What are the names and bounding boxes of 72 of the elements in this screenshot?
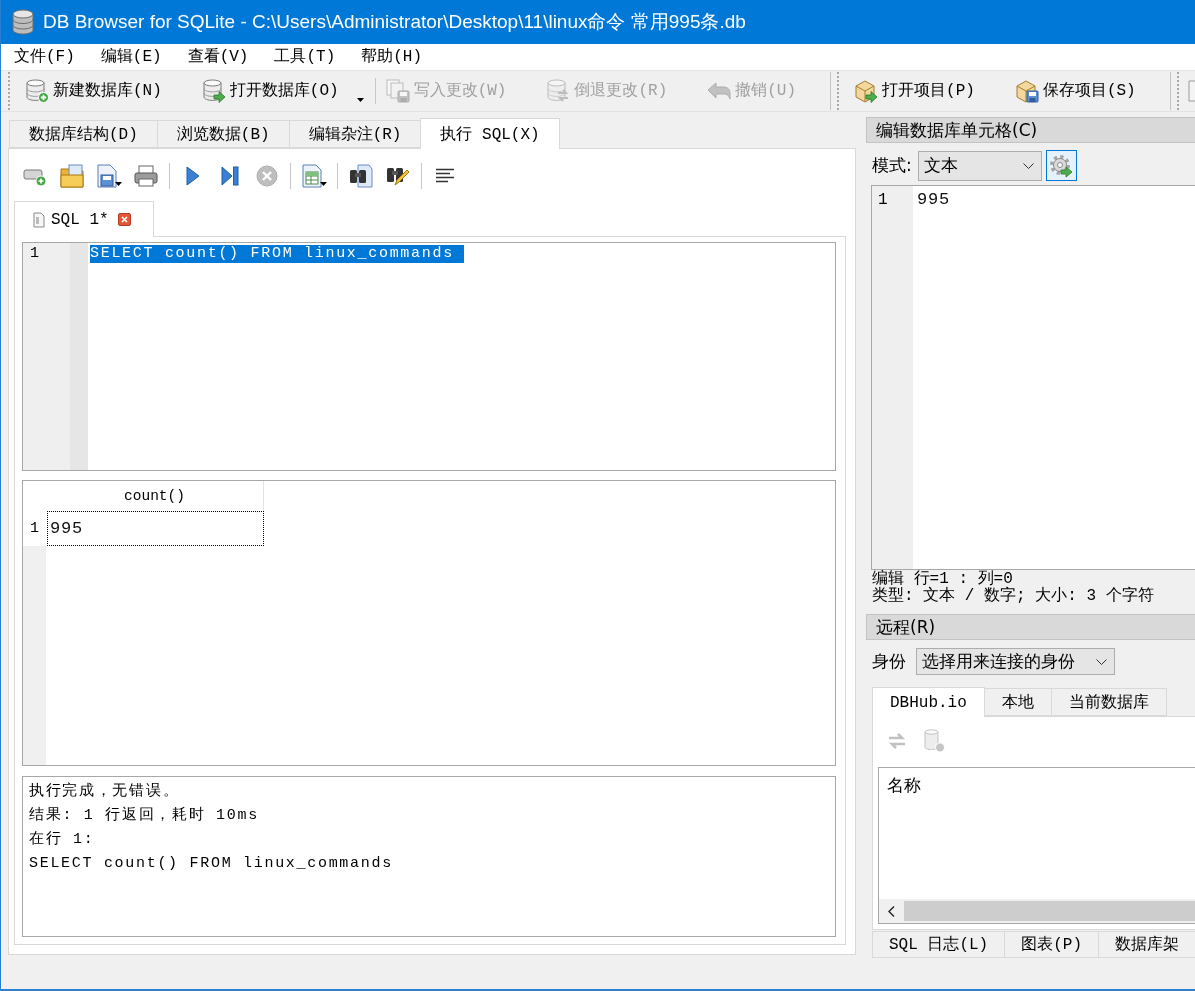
dock-title: 远程(R) [866, 614, 1195, 640]
menu-item[interactable]: 文件(F) [1, 44, 88, 70]
tab[interactable]: 数据库结构(D) [9, 120, 158, 148]
database-icon [923, 729, 945, 753]
play-icon [185, 166, 200, 186]
field-label: 模式: [872, 154, 912, 177]
box-arrow-icon [854, 79, 879, 103]
table-icon [300, 164, 323, 188]
column-header[interactable]: count() [46, 481, 264, 511]
database-plus-icon [25, 79, 49, 103]
chevron-down-icon [1096, 658, 1107, 665]
tab[interactable]: 执行 SQL(X) [420, 118, 560, 149]
caret-icon [114, 182, 122, 186]
tab[interactable]: 数据库架 [1098, 931, 1195, 958]
line-number: 1 [30, 245, 39, 263]
chevron-left-icon [888, 905, 895, 917]
toolbar-button[interactable]: 新建数据库(N) [19, 74, 168, 108]
documents-disk-icon [385, 79, 410, 103]
tab[interactable]: SQL 1* [14, 201, 154, 237]
line-number: 1 [878, 190, 888, 211]
status-text: 编辑 行=1 : 列=0 [872, 571, 1013, 588]
arrow-left-icon [707, 82, 732, 100]
log-line: 在行 1: [29, 830, 95, 850]
status-text: 类型: 文本 / 数字; 大小: 3 个字符 [872, 588, 1154, 605]
lines-icon [434, 168, 455, 184]
log-line: SELECT count() FROM linux_commands [29, 854, 393, 874]
gear-icon [1049, 153, 1074, 178]
folder-icon [59, 164, 84, 188]
cell-editor[interactable]: 1 995 [871, 185, 1195, 570]
scrollbar-thumb[interactable] [904, 901, 1195, 921]
table-cell[interactable]: 995 [47, 511, 264, 546]
chevron-down-icon [1022, 162, 1034, 169]
stop-icon [255, 165, 278, 187]
row-header: 1 [29, 519, 40, 539]
gear-button[interactable] [1045, 150, 1077, 181]
tab[interactable]: SQL 日志(L) [872, 931, 1006, 958]
field-label: 身份 [872, 650, 906, 673]
tab[interactable]: 编辑杂注(R) [288, 120, 422, 148]
menu-item[interactable]: 查看(V) [174, 44, 262, 70]
document-icon [33, 211, 45, 228]
tab[interactable]: DBHub.io [872, 687, 985, 717]
database-arrow-icon [201, 79, 226, 103]
toolbar-button[interactable]: 打开项目(P) [848, 74, 981, 108]
play-bar-icon [220, 166, 239, 186]
swap-arrows-icon [887, 731, 907, 751]
tab[interactable]: 本地 [983, 688, 1052, 716]
toolbar-button[interactable]: 保存项目(S) [1008, 74, 1142, 108]
menu-item[interactable]: 编辑(E) [87, 44, 175, 70]
save-icon [95, 164, 118, 188]
code-editor[interactable]: 1 SELECT count() FROM linux_commands [22, 242, 836, 471]
log-line: 结果: 1 行返回，耗时 10ms [29, 805, 259, 826]
menu-item[interactable]: 帮助(H) [348, 44, 436, 70]
tab[interactable]: 图表(P) [1004, 931, 1100, 958]
database-icon [12, 9, 34, 35]
window-title: DB Browser for SQLite - C:\Users\Administrator\Desktop\11\linux命令 常用995条.db [43, 10, 746, 34]
identity-select[interactable]: 选择用来连接的身份 [916, 648, 1115, 675]
tab[interactable]: 浏览数据(B) [156, 120, 290, 148]
menu-item[interactable]: 工具(T) [261, 44, 349, 70]
cell-value: 995 [917, 189, 950, 211]
tab[interactable]: 当前数据库 [1050, 688, 1167, 716]
dock-title: 编辑数据库单元格(C) [866, 117, 1195, 143]
caret-icon [319, 182, 327, 186]
column-header[interactable]: 名称 [887, 774, 921, 797]
log-line: 执行完成，无错误。 [29, 781, 180, 802]
toolbar-button[interactable]: 打开数据库(O) [195, 74, 370, 108]
close-icon[interactable] [117, 213, 131, 226]
caret-icon [356, 98, 364, 102]
database-arrows-icon [546, 79, 571, 103]
mode-select[interactable]: 文本 [917, 150, 1042, 181]
print-icon [133, 165, 158, 187]
scrollbar[interactable] [879, 899, 1195, 923]
binoculars-icon [348, 164, 373, 188]
